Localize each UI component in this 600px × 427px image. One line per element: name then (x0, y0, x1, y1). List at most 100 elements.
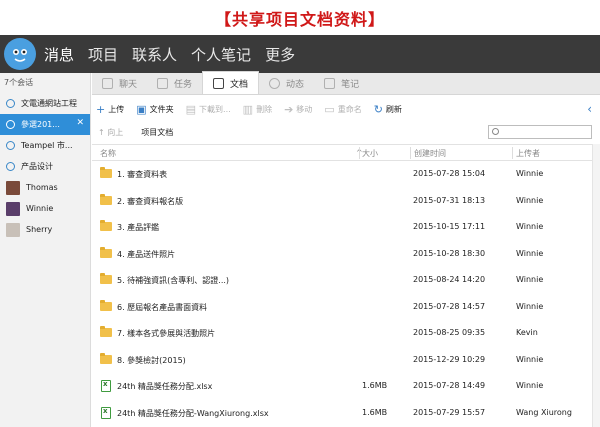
scrollbar[interactable] (592, 144, 600, 427)
document-toolbar: + 上传 ▣ 文件夹 ▤ 下載到... ▥ 刪除 ➔ 移动 ▭ 重命名 ↻ 刷新 ‹ (92, 96, 600, 122)
table-row[interactable]: 3. 產品評鑑 2015-10-15 17:11 Winnie (92, 214, 592, 241)
delete-button[interactable]: ▥ 刪除 (243, 103, 272, 116)
table-row[interactable]: 2. 審查資料報名版 2015-07-31 18:13 Winnie (92, 188, 592, 215)
file-created: 2015-07-28 15:04 (413, 169, 486, 178)
new-folder-button[interactable]: ▣ 文件夹 (136, 103, 173, 116)
file-created: 2015-10-15 17:11 (413, 222, 486, 231)
upload-button[interactable]: + 上传 (96, 103, 124, 116)
upload-label: 上传 (108, 104, 125, 114)
breadcrumb: 项目文档 (141, 127, 174, 137)
plus-icon: + (96, 102, 106, 116)
folder-icon (100, 167, 112, 178)
move-button[interactable]: ➔ 移动 (284, 103, 312, 116)
rename-button[interactable]: ▭ 重命名 (324, 103, 361, 116)
content-tabs: 聊天 任务 文档 动态 笔记 (92, 71, 600, 95)
file-created: 2015-07-28 14:49 (413, 381, 486, 390)
file-name: 5. 待補強資訊(含專利、認證...) (117, 276, 230, 285)
folder-label: 文件夹 (149, 104, 174, 114)
table-row[interactable]: 8. 參獎檢討(2015) 2015-12-29 10:29 Winnie (92, 347, 592, 374)
sidebar-item-user[interactable]: Winnie (0, 198, 90, 219)
collapse-icon[interactable]: ‹ (587, 102, 592, 116)
sidebar-item-chat[interactable]: 产品设计 (0, 156, 90, 177)
folder-icon (100, 352, 112, 364)
chat-icon (102, 77, 113, 89)
nav-messages[interactable]: 消息 (44, 44, 74, 65)
file-name: 2. 審查資料報名版 (117, 196, 184, 206)
sidebar-item-label: 产品设计 (21, 162, 53, 171)
file-uploader: Winnie (516, 248, 544, 258)
sidebar-item-chat[interactable]: 參選201... ✕ (0, 114, 90, 135)
sidebar-item-label: 參選201... (21, 120, 60, 129)
tab-label: 动态 (286, 79, 305, 90)
file-name: 4. 產品送件照片 (117, 249, 176, 259)
folder-icon (100, 273, 112, 284)
folder-icon (100, 299, 112, 311)
banner-title: 【共享项目文档资料】 (0, 0, 600, 35)
nav-notes[interactable]: 个人笔记 (191, 44, 251, 65)
nav-contacts[interactable]: 联系人 (132, 44, 177, 65)
chat-icon (6, 141, 15, 150)
file-created: 2015-08-25 09:35 (413, 328, 486, 337)
file-uploader: Winnie (516, 169, 544, 178)
refresh-icon: ↻ (373, 102, 383, 116)
refresh-button[interactable]: ↻ 刷新 (374, 103, 402, 116)
file-created: 2015-07-31 18:13 (413, 195, 486, 205)
tab-activity[interactable]: 动态 (259, 72, 314, 94)
file-uploader: Winnie (516, 354, 544, 364)
file-name: 8. 參獎檢討(2015) (117, 355, 186, 365)
column-name[interactable]: 名称 (100, 148, 116, 159)
file-list: 1. 審查資料表 2015-07-28 15:04 Winnie 2. 審查資料報名版… (92, 161, 592, 426)
search-input[interactable] (488, 125, 592, 139)
sidebar-item-label: Winnie (26, 204, 54, 213)
sidebar-item-label: Sherry (26, 225, 53, 234)
activity-icon (269, 77, 281, 89)
rename-label: 重命名 (337, 104, 362, 114)
delete-label: 刪除 (256, 104, 273, 114)
app-logo-icon[interactable] (4, 38, 36, 70)
table-row[interactable]: 7. 樣本各式參展與活動照片 2015-08-25 09:35 Kevin (92, 320, 592, 347)
file-name: 7. 樣本各式參展與活動照片 (117, 329, 216, 338)
excel-file-icon (101, 406, 111, 419)
back-up-button[interactable]: ↑ 向上 (98, 127, 123, 138)
sidebar-item-user[interactable]: Sherry (0, 219, 90, 240)
file-uploader: Wang Xiurong (516, 407, 572, 417)
file-uploader: Winnie (516, 195, 544, 205)
nav-more[interactable]: 更多 (265, 44, 295, 65)
close-icon[interactable]: ✕ (76, 118, 84, 128)
column-size[interactable]: 大小 (362, 148, 378, 159)
folder-plus-icon: ▣ (136, 102, 147, 116)
table-row[interactable]: 5. 待補強資訊(含專利、認證...) 2015-08-24 14:20 Winni… (92, 267, 592, 294)
sidebar-item-user[interactable]: Thomas (0, 177, 90, 198)
folder-icon (100, 326, 112, 337)
table-row[interactable]: 24th 精品獎任務分配-WangXiurong.xlsx 1.6MB 2015-0… (92, 400, 592, 427)
download-icon: ▤ (185, 102, 197, 116)
nav-projects[interactable]: 项目 (88, 44, 118, 65)
table-row[interactable]: 4. 產品送件照片 2015-10-28 18:30 Winnie (92, 241, 592, 268)
tab-chat[interactable]: 聊天 (92, 72, 147, 94)
table-row[interactable]: 1. 審查資料表 2015-07-28 15:04 Winnie (92, 161, 592, 188)
column-created[interactable]: 创建时间 (414, 148, 446, 159)
file-created: 2015-08-24 14:20 (413, 275, 486, 284)
sidebar-item-chat[interactable]: 文電通網站工程 (0, 93, 90, 114)
top-nav-bar: 消息 项目 联系人 个人笔记 更多 (0, 35, 600, 73)
tab-documents[interactable]: 文档 (202, 71, 260, 94)
chat-icon (6, 162, 15, 171)
tab-label: 文档 (230, 79, 249, 90)
table-row[interactable]: 24th 精品獎任務分配.xlsx 1.6MB 2015-07-28 14:49 Wi… (92, 373, 592, 400)
excel-file-icon (101, 380, 111, 392)
download-label: 下載到... (199, 104, 231, 114)
sidebar-item-label: 文電通網站工程 (21, 99, 77, 108)
column-uploader[interactable]: 上传者 (516, 148, 540, 159)
tab-tasks[interactable]: 任务 (147, 72, 202, 94)
file-size: 1.6MB (362, 407, 388, 417)
file-uploader: Winnie (516, 301, 544, 311)
file-name: 3. 產品評鑑 (117, 223, 160, 232)
conversation-sidebar: 7个会话 文電通網站工程 參選201... ✕ Teampel 市... 产品设计… (0, 73, 91, 427)
banner-text: 【共享项目文档资料】 (214, 9, 385, 29)
download-button[interactable]: ▤ 下載到... (186, 103, 231, 116)
tab-notes[interactable]: 笔记 (314, 72, 369, 94)
table-row[interactable]: 6. 歷屆報名產品書面資料 2015-07-28 14:57 Winnie (92, 294, 592, 321)
tab-label: 聊天 (119, 79, 138, 90)
file-table-header: 名称 ^ 大小 创建时间 上传者 (92, 144, 600, 161)
sidebar-item-chat[interactable]: Teampel 市... (0, 135, 90, 156)
